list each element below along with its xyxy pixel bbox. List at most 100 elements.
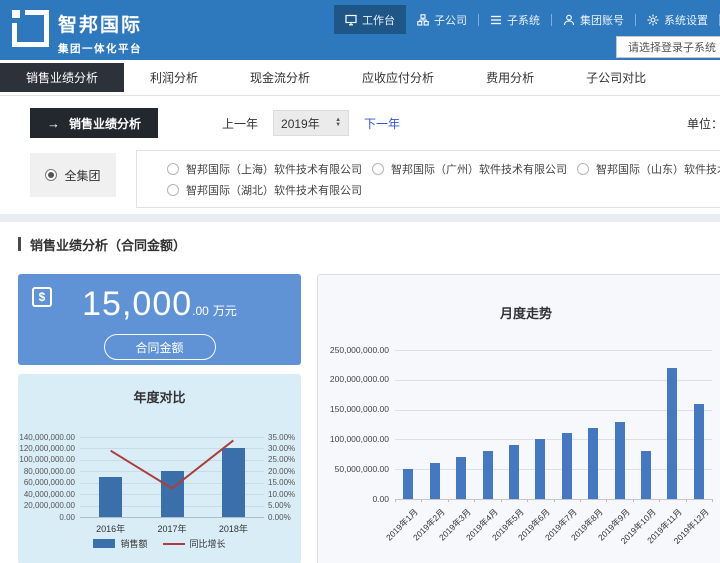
tab-cashflow[interactable]: 现金流分析 [224, 60, 336, 95]
nav-item-subsystems[interactable]: 子系统 [479, 5, 551, 34]
axis-tick-mark [633, 499, 634, 502]
gridline [80, 517, 264, 518]
company-option-guangzhou[interactable]: 智邦国际（广州）软件技术有限公司 [372, 158, 577, 179]
company-option-shandong[interactable]: 智邦国际（山东）软件技术有限公司 [577, 158, 720, 179]
axis-tick-mark [527, 499, 528, 502]
left-axis-tick: 140,000,000.00 [18, 433, 75, 442]
company-option-label: 智邦国际（广州）软件技术有限公司 [391, 161, 567, 177]
company-option-shanghai[interactable]: 智邦国际（上海）软件技术有限公司 [167, 158, 372, 179]
company-filter-panel: 智邦国际（上海）软件技术有限公司 智邦国际（广州）软件技术有限公司 智邦国际（山… [136, 150, 720, 208]
y-axis-tick: 200,000,000.00 [318, 375, 389, 384]
nav-item-settings[interactable]: 系统设置 [636, 5, 719, 34]
next-year-button[interactable]: 下一年 [364, 115, 400, 132]
legend-bar-swatch [93, 539, 115, 548]
monthly-bar [588, 428, 598, 500]
right-axis-tick: 0.00% [268, 513, 291, 522]
toolbar: → 销售业绩分析 上一年 2019年 ▲ ▼ 下一年 单位： [0, 96, 720, 150]
right-axis-tick: 25.00% [268, 455, 295, 464]
top-nav: 工作台 子公司 子系统 集团账号 [334, 5, 720, 34]
content-area: $ 15,000.00万元 合同金额 年度对比 140,000,000.0035… [18, 274, 720, 563]
nav-item-label: 工作台 [362, 12, 395, 28]
right-axis-tick: 30.00% [268, 444, 295, 453]
axis-tick-mark [686, 499, 687, 502]
nav-item-workbench[interactable]: 工作台 [334, 5, 406, 34]
gear-icon [647, 14, 659, 26]
section-badge[interactable]: → 销售业绩分析 [30, 108, 158, 138]
top-header: 智邦国际 集团一体化平台 工作台 子公司 [0, 0, 720, 60]
logo-corner [12, 10, 20, 18]
left-axis-tick: 20,000,000.00 [18, 501, 75, 510]
company-option-hubei[interactable]: 智邦国际（湖北）软件技术有限公司 [167, 179, 372, 200]
org-icon [417, 14, 429, 26]
gridline [395, 469, 712, 470]
kpi-value-decimal: .00 [192, 304, 209, 318]
yearly-legend: 销售额 同比增长 [18, 537, 301, 550]
company-option-label: 智邦国际（山东）软件技术有限公司 [596, 161, 720, 177]
analysis-tabbar: 销售业绩分析 利润分析 现金流分析 应收应付分析 费用分析 子公司对比 [0, 60, 720, 96]
dashboard-screen: 智邦国际 集团一体化平台 工作台 子公司 [0, 0, 720, 563]
group-all-option[interactable]: 全集团 [30, 153, 116, 197]
left-column: $ 15,000.00万元 合同金额 年度对比 140,000,000.0035… [18, 274, 301, 563]
company-option-label: 智邦国际（湖北）软件技术有限公司 [186, 182, 362, 198]
nav-item-label: 子公司 [434, 12, 467, 28]
section-heading: 销售业绩分析（合同金额） [18, 236, 720, 252]
left-axis-tick: 0.00 [18, 513, 75, 522]
tab-receivables-payables[interactable]: 应收应付分析 [336, 60, 460, 95]
nav-item-label: 集团账号 [580, 12, 624, 28]
monthly-bar [615, 422, 625, 500]
user-icon [563, 14, 575, 26]
year-select[interactable]: 2019年 ▲ ▼ [273, 110, 349, 136]
yearly-x-label: 2017年 [142, 522, 202, 535]
currency-icon: $ [32, 287, 52, 307]
radio-icon[interactable] [167, 163, 179, 175]
monitor-icon [345, 14, 357, 26]
radio-icon[interactable] [372, 163, 384, 175]
company-option-label: 智邦国际（上海）软件技术有限公司 [186, 161, 362, 177]
left-axis-tick: 40,000,000.00 [18, 490, 75, 499]
section-title: 销售业绩分析（合同金额） [30, 235, 186, 254]
spinner-down-icon[interactable]: ▼ [335, 123, 341, 128]
nav-item-subsidiaries[interactable]: 子公司 [406, 5, 478, 34]
axis-tick-mark [580, 499, 581, 502]
monthly-trend-card: 月度走势 250,000,000.00200,000,000.00150,000… [317, 274, 720, 563]
monthly-bar [403, 469, 413, 499]
left-axis-tick: 120,000,000.00 [18, 444, 75, 453]
radio-icon[interactable] [577, 163, 589, 175]
brand-text: 智邦国际 集团一体化平台 [58, 10, 142, 56]
y-axis-tick: 250,000,000.00 [318, 346, 389, 355]
axis-tick-mark [554, 499, 555, 502]
gridline [395, 380, 712, 381]
axis-tick-mark [712, 499, 713, 502]
spinner-icon[interactable]: ▲ ▼ [335, 118, 341, 128]
monthly-bar [641, 451, 651, 499]
login-subsystem-select[interactable]: 请选择登录子系统 [616, 36, 720, 58]
legend-line-swatch [163, 543, 185, 545]
axis-tick-mark [606, 499, 607, 502]
yearly-x-label: 2018年 [203, 522, 263, 535]
contract-amount-kpi-card: $ 15,000.00万元 合同金额 [18, 274, 301, 365]
yearly-comparison-card: 年度对比 140,000,000.0035.00%120,000,000.003… [18, 374, 301, 563]
tab-sales-performance[interactable]: 销售业绩分析 [0, 63, 124, 92]
gridline [395, 439, 712, 440]
prev-year-button[interactable]: 上一年 [222, 115, 258, 132]
gridline [395, 410, 712, 411]
axis-tick-mark [395, 499, 396, 502]
y-axis-tick: 0.00 [318, 495, 389, 504]
nav-item-group-account[interactable]: 集团账号 [552, 5, 635, 34]
tab-expenses[interactable]: 费用分析 [460, 60, 560, 95]
axis-tick-mark [448, 499, 449, 502]
axis-tick-mark [474, 499, 475, 502]
monthly-bar [667, 368, 677, 499]
radio-icon[interactable] [167, 184, 179, 196]
unit-label: 单位： [687, 115, 720, 132]
yearly-bar [161, 471, 184, 517]
monthly-bar [483, 451, 493, 499]
nav-item-label: 子系统 [507, 12, 540, 28]
kpi-value: 15,000.00万元 [18, 287, 301, 328]
contract-amount-button[interactable]: 合同金额 [104, 334, 216, 360]
tab-profit[interactable]: 利润分析 [124, 60, 224, 95]
monthly-bar [535, 439, 545, 499]
tab-subsidiary-compare[interactable]: 子公司对比 [560, 60, 672, 95]
radio-checked-icon[interactable] [45, 169, 57, 181]
axis-tick-mark [659, 499, 660, 502]
